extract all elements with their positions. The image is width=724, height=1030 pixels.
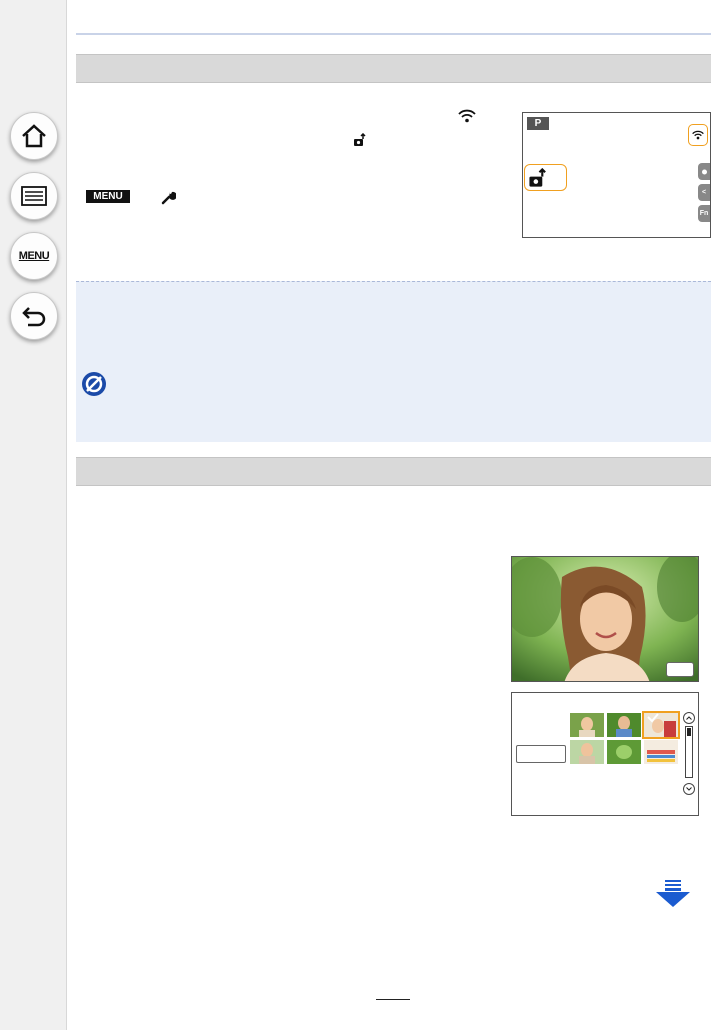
chevron-down-icon <box>686 787 692 791</box>
back-arrow-icon <box>22 307 46 327</box>
home-icon <box>22 124 46 148</box>
continued-arrow-icon[interactable] <box>656 880 690 913</box>
thumbnail <box>607 740 641 764</box>
thumbnail <box>644 740 678 764</box>
touch-tab: < <box>698 184 710 201</box>
header-rule <box>76 33 711 35</box>
scrollbar-thumb <box>687 728 691 736</box>
chevron-up-icon <box>686 716 692 720</box>
not-available-icon <box>81 371 107 402</box>
portrait-photo-illustration <box>511 556 699 682</box>
camera-send-icon <box>529 167 546 187</box>
camera-screen-illustration: P < Fn <box>522 112 711 238</box>
wifi-icon <box>458 109 476 128</box>
section-header-1 <box>76 54 711 83</box>
image-selection-illustration <box>511 692 699 816</box>
thumbnail-selected <box>642 711 680 739</box>
list-icon <box>21 186 47 206</box>
home-button[interactable] <box>10 112 58 160</box>
page-number-rule <box>376 999 410 1000</box>
wifi-icon <box>692 130 704 140</box>
scrollbar <box>685 726 693 778</box>
menu-button[interactable]: MENU <box>10 232 58 280</box>
wrench-icon <box>160 189 177 210</box>
menu-badge: MENU <box>86 190 130 203</box>
camera-send-icon-highlight <box>524 164 567 191</box>
thumbnail <box>607 713 641 737</box>
thumbnail <box>570 713 604 737</box>
scroll-down-button <box>683 783 695 795</box>
touch-tab: Fn <box>698 205 710 222</box>
note-box <box>76 281 711 442</box>
touch-tab <box>698 163 710 180</box>
screen-button <box>516 745 566 763</box>
touch-icon <box>701 169 707 174</box>
recording-mode-badge: P <box>527 117 549 130</box>
scroll-up-button <box>683 712 695 724</box>
back-button[interactable] <box>10 292 58 340</box>
thumbnail-grid <box>570 711 680 765</box>
touch-tabs: < Fn <box>698 163 710 226</box>
camera-send-icon <box>353 132 367 152</box>
menu-button-label: MENU <box>18 250 50 262</box>
section-header-2 <box>76 457 711 486</box>
thumbnail <box>570 740 604 764</box>
screen-button <box>666 662 694 677</box>
sidebar-nav: MENU <box>0 0 67 1030</box>
table-of-contents-button[interactable] <box>10 172 58 220</box>
wifi-icon-highlight <box>688 124 708 146</box>
